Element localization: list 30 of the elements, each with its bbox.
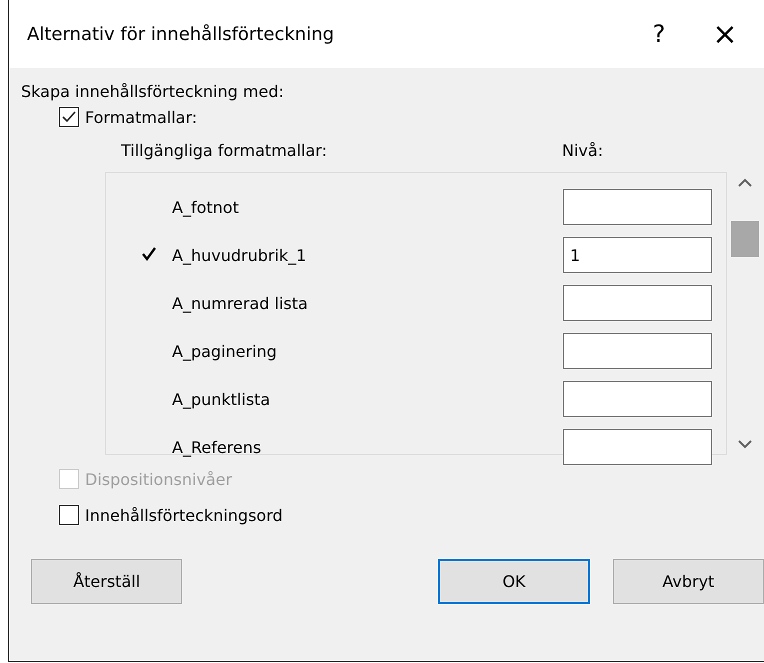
style-name[interactable]: A_fotnot: [172, 198, 563, 216]
level-field[interactable]: [563, 381, 712, 417]
style-name[interactable]: A_Referens: [172, 438, 563, 456]
check-icon: [61, 109, 77, 125]
style-name[interactable]: A_paginering: [172, 342, 563, 360]
scrollbar-thumb[interactable]: [731, 220, 759, 256]
scroll-down-icon[interactable]: [737, 439, 753, 449]
checkbox[interactable]: [59, 107, 79, 127]
column-header: Tillgängliga formatmallar:: [121, 141, 328, 160]
style-name[interactable]: A_huvudrubrik_1: [172, 246, 563, 264]
style-name[interactable]: A_punktlista: [172, 390, 563, 408]
checkbox-label: Innehållsförteckningsord: [85, 506, 283, 524]
checkbox-label: Dispositionsnivåer: [85, 470, 232, 488]
checkbox-label: Formatmallar:: [85, 108, 198, 126]
section-label: Skapa innehållsförteckning med:: [21, 82, 285, 101]
style-name[interactable]: A_numrerad lista: [172, 294, 563, 312]
dialog-button[interactable]: Avbryt: [612, 559, 764, 604]
level-field[interactable]: [563, 189, 712, 225]
dialog-button[interactable]: OK: [438, 559, 590, 604]
level-field[interactable]: [563, 429, 712, 465]
scroll-up-icon[interactable]: [737, 178, 753, 188]
dialog-button[interactable]: Återställ: [31, 559, 182, 604]
level-field[interactable]: [563, 285, 712, 321]
close-button[interactable]: ×: [692, 9, 758, 59]
window-title: Alternativ för innehållsförteckning: [27, 24, 336, 44]
level-field[interactable]: [563, 333, 712, 369]
help-button[interactable]: ?: [626, 9, 692, 59]
checkbox[interactable]: [59, 505, 79, 525]
column-header: Nivå:: [562, 141, 604, 160]
level-field[interactable]: 1: [563, 237, 712, 273]
